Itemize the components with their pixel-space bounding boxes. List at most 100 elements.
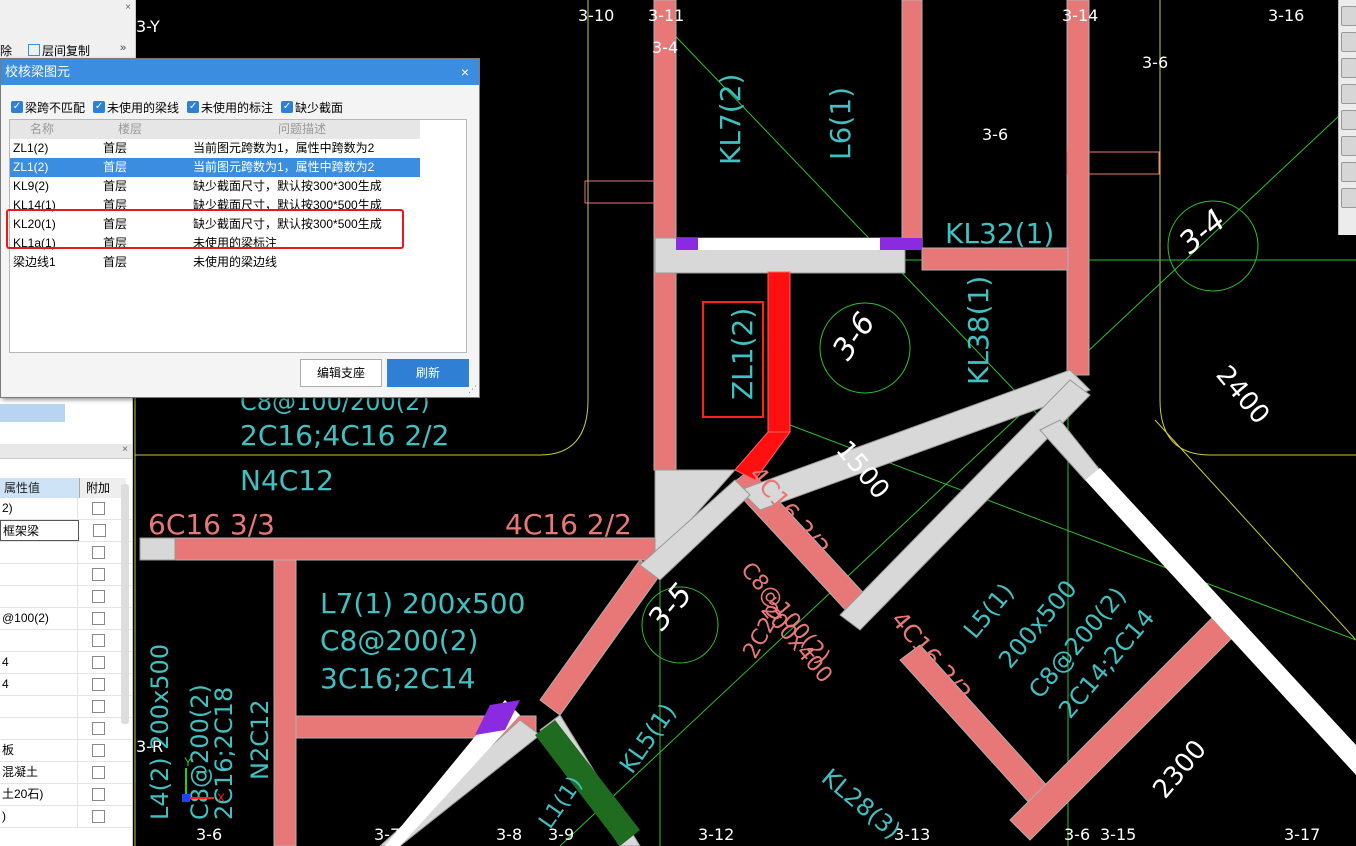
beam-annotation: C8@200(2) xyxy=(320,624,478,657)
issue-row[interactable]: KL9(2) 首层 缺少截面尺寸，默认按300*300生成 xyxy=(10,177,420,196)
property-value[interactable] xyxy=(0,586,78,607)
toolbar-button-4[interactable] xyxy=(1341,84,1356,104)
beam-annotation: KL38(1) xyxy=(962,276,995,385)
checkbox-icon[interactable]: ✓ xyxy=(93,101,106,113)
property-value[interactable]: 4 xyxy=(0,674,78,695)
property-extra xyxy=(78,762,118,783)
extra-checkbox[interactable] xyxy=(91,788,105,801)
property-scrollbar[interactable] xyxy=(121,484,129,724)
left-mid-panel xyxy=(0,396,133,444)
extra-checkbox[interactable] xyxy=(91,700,105,713)
column-desc: 问题描述 xyxy=(278,122,327,136)
extra-checkbox[interactable] xyxy=(91,766,105,779)
checkbox-icon[interactable]: ✓ xyxy=(11,101,23,113)
extra-checkbox[interactable] xyxy=(91,656,105,669)
issue-floor: 首层 xyxy=(103,179,128,193)
property-value[interactable]: 混凝土 xyxy=(0,762,78,783)
property-value[interactable]: 板 xyxy=(0,740,78,761)
delete-button[interactable]: 除 xyxy=(0,42,12,59)
axis-x-label: X xyxy=(217,791,225,805)
filter-2[interactable]: ✓ 未使用的梁线 xyxy=(93,99,179,116)
property-row[interactable]: 4 xyxy=(0,652,132,674)
property-row[interactable]: 2) xyxy=(0,498,132,520)
beam-annotation: L7(1) 200x500 xyxy=(320,587,525,620)
property-value[interactable]: 2) xyxy=(0,498,78,519)
ribbon-panel: × 除 层间复制 » xyxy=(0,0,136,58)
property-value[interactable]: 框架梁 xyxy=(0,520,79,541)
property-row[interactable] xyxy=(0,630,132,652)
property-row[interactable] xyxy=(0,564,132,586)
property-extra xyxy=(78,784,118,805)
axis-label: 3-17 xyxy=(1284,825,1320,844)
axis-label: 3-16 xyxy=(1268,6,1304,25)
extra-checkbox[interactable] xyxy=(92,524,106,537)
property-value[interactable] xyxy=(0,564,78,585)
checkbox-icon[interactable]: ✓ xyxy=(187,101,200,113)
property-row[interactable]: 土20石) xyxy=(0,784,132,806)
issue-floor: 首层 xyxy=(103,141,128,155)
issue-rows: ZL1(2) 首层 当前图元跨数为1，属性中跨数为2 ZL1(2) 首层 当前图元跨数为1… xyxy=(10,139,466,272)
property-row[interactable] xyxy=(0,586,132,608)
close-icon[interactable]: × xyxy=(461,59,469,85)
property-row[interactable] xyxy=(0,718,132,740)
property-row[interactable]: 4 xyxy=(0,674,132,696)
toolbar-button-1[interactable] xyxy=(1341,6,1356,26)
copy-floor-icon xyxy=(28,44,40,56)
ribbon-more-icon[interactable]: » xyxy=(120,42,126,54)
issue-row[interactable]: ZL1(2) 首层 当前图元跨数为1，属性中跨数为2 xyxy=(10,139,420,158)
extra-checkbox[interactable] xyxy=(91,502,105,515)
edit-support-button[interactable]: 编辑支座 xyxy=(300,359,382,387)
issue-row[interactable]: ZL1(2) 首层 当前图元跨数为1，属性中跨数为2 xyxy=(10,158,420,177)
checkbox-icon[interactable]: ✓ xyxy=(281,101,294,113)
axis-label: 3-6 xyxy=(1142,53,1168,72)
resize-grip-icon[interactable]: ⋰ xyxy=(468,384,477,395)
copy-floor-button[interactable]: 层间复制 xyxy=(42,42,90,59)
property-value[interactable] xyxy=(0,696,78,717)
extra-checkbox[interactable] xyxy=(91,568,105,581)
property-row[interactable]: 混凝土 xyxy=(0,762,132,784)
property-row[interactable]: @100(2) xyxy=(0,608,132,630)
property-value[interactable] xyxy=(0,718,78,739)
extra-checkbox[interactable] xyxy=(91,678,105,691)
toolbar-button-6[interactable] xyxy=(1341,136,1356,156)
extra-checkbox[interactable] xyxy=(91,634,105,647)
property-extra xyxy=(78,608,118,629)
issue-row[interactable]: 梁边线1 首层 未使用的梁边线 xyxy=(10,253,420,272)
extra-checkbox[interactable] xyxy=(91,590,105,603)
issue-desc: 当前图元跨数为1，属性中跨数为2 xyxy=(193,160,375,174)
property-value[interactable]: 4 xyxy=(0,652,78,673)
extra-checkbox[interactable] xyxy=(91,722,105,735)
property-value[interactable]: 土20石) xyxy=(0,784,78,805)
property-value[interactable]: ) xyxy=(0,806,78,827)
dialog-titlebar[interactable]: 校核梁图元 × xyxy=(1,59,479,85)
toolbar-button-7[interactable] xyxy=(1341,162,1356,182)
property-row[interactable] xyxy=(0,542,132,564)
toolbar-button-3[interactable] xyxy=(1341,58,1356,78)
extra-checkbox[interactable] xyxy=(91,744,105,757)
axis-label: 3-14 xyxy=(1062,6,1098,25)
property-row[interactable]: ) xyxy=(0,806,132,828)
selected-tree-item[interactable] xyxy=(0,404,65,422)
issue-desc: 缺少截面尺寸，默认按300*300生成 xyxy=(193,179,382,193)
filter-1[interactable]: ✓ 梁跨不匹配 xyxy=(11,99,85,116)
toolbar-button-5[interactable] xyxy=(1341,110,1356,130)
property-value[interactable] xyxy=(0,630,78,651)
property-row[interactable] xyxy=(0,696,132,718)
filter-4[interactable]: ✓ 缺少截面 xyxy=(281,99,343,116)
property-extra xyxy=(78,806,118,827)
extra-checkbox[interactable] xyxy=(91,546,105,559)
filter-3[interactable]: ✓ 未使用的标注 xyxy=(187,99,273,116)
toolbar-button-2[interactable] xyxy=(1341,32,1356,52)
property-close-icon[interactable]: × xyxy=(122,444,128,455)
property-row[interactable]: 板 xyxy=(0,740,132,762)
extra-checkbox[interactable] xyxy=(91,612,105,625)
dialog-title: 校核梁图元 xyxy=(5,64,71,79)
property-value[interactable] xyxy=(0,542,78,563)
ribbon-close-icon[interactable]: × xyxy=(125,2,131,13)
property-value[interactable]: @100(2) xyxy=(0,608,78,629)
toolbar-button-8[interactable] xyxy=(1341,188,1356,208)
extra-checkbox[interactable] xyxy=(91,810,105,823)
issue-floor: 首层 xyxy=(103,255,128,269)
property-row[interactable]: 框架梁 xyxy=(0,520,132,542)
refresh-button[interactable]: 刷新 xyxy=(387,359,469,387)
